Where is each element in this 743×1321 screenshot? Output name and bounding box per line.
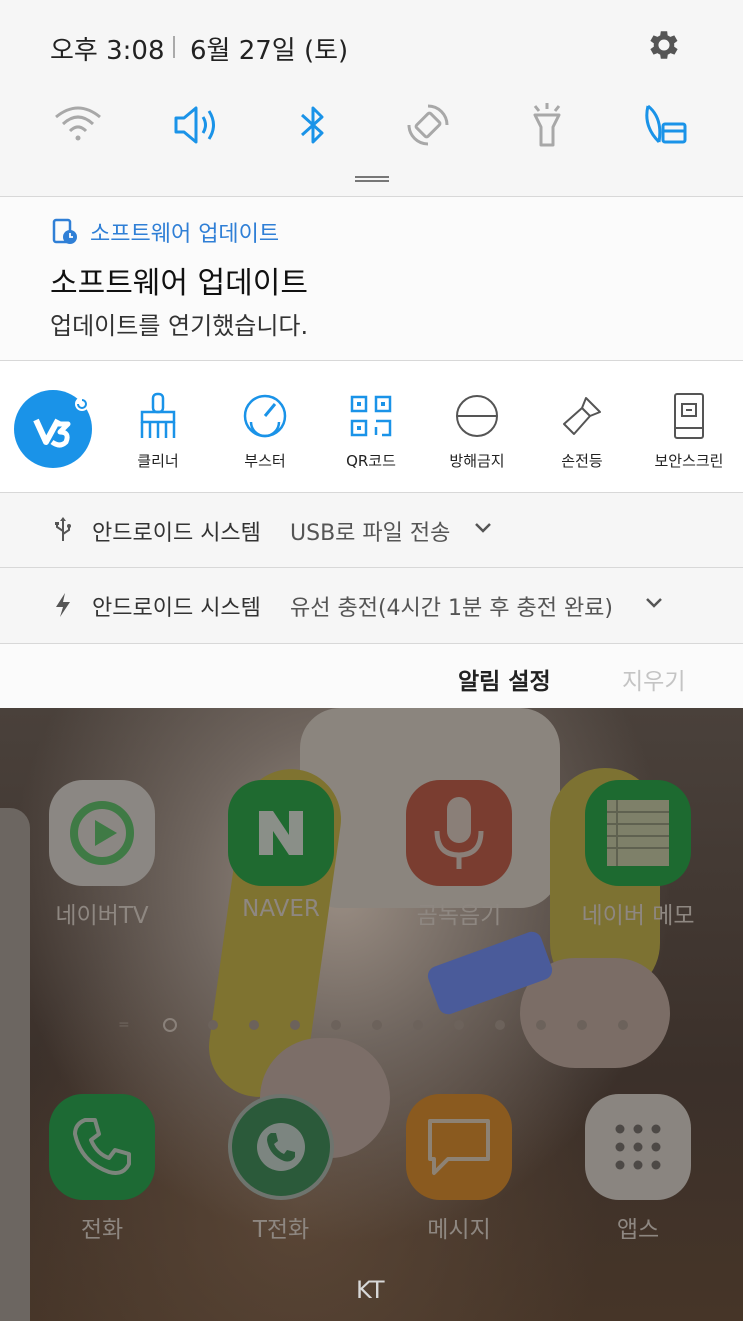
page-dot [618,1020,628,1030]
tool-label: 보안스크린 [654,452,724,470]
tool-label: 부스터 [244,452,286,470]
power-saving-icon [645,104,687,144]
wifi-toggle[interactable] [50,95,106,155]
naver-tv-icon [49,780,155,886]
t-phone-icon [228,1094,334,1200]
charging-notification[interactable]: 안드로이드 시스템 유선 충전(4시간 1분 후 충전 완료) [0,568,743,642]
bluetooth-icon [300,106,324,144]
app-naver[interactable]: NAVER [216,780,346,922]
tool-label: 방해금지 [449,452,505,470]
page-dot [249,1020,259,1030]
notification-header: 소프트웨어 업데이트 [52,216,279,248]
tool-secure-screen[interactable]: 보안스크린 [634,390,743,475]
notification-body: 업데이트를 연기했습니다. [50,312,309,340]
page-dot [331,1020,341,1030]
status-separator [173,36,175,58]
gear-icon[interactable] [645,26,683,64]
usb-notification[interactable]: 안드로이드 시스템 USB로 파일 전송 [0,493,743,567]
v3-logo-icon [33,397,89,448]
do-not-disturb-icon [456,395,498,437]
usb-icon [55,517,71,541]
page-dot [372,1020,382,1030]
app-apps[interactable]: 앱스 [573,1094,703,1244]
app-name: T전화 [252,1217,310,1243]
sound-toggle[interactable] [168,95,224,155]
auto-rotate-icon [407,104,449,146]
v3-logo-button[interactable] [14,390,92,468]
tool-do-not-disturb[interactable]: 방해금지 [422,390,532,475]
app-name: 곰녹음기 [416,903,502,929]
notification-app-name: 안드로이드 시스템 [92,596,261,621]
notification-actions: 알림 설정 지우기 [0,644,743,708]
broom-icon [140,392,176,438]
chevron-down-icon[interactable] [474,521,492,535]
auto-rotate-toggle[interactable] [400,95,456,155]
quick-settings [0,95,743,155]
tool-booster[interactable]: 부스터 [210,390,320,475]
app-name: 메시지 [427,1217,491,1243]
app-name: 네이버TV [55,903,149,929]
flashlight-toggle[interactable] [519,95,575,155]
notification-title: 소프트웨어 업데이트 [50,266,308,301]
page-dot [454,1020,464,1030]
shade-drag-handle[interactable] [355,176,389,182]
page-dot [577,1020,587,1030]
clear-button[interactable]: 지우기 [622,662,685,696]
tool-cleaner[interactable]: 클리너 [103,390,213,475]
page-dot [290,1020,300,1030]
booster-icon [243,394,287,438]
current-page-dot [163,1018,177,1032]
carrier-label: KT [356,1276,385,1304]
secure-screen-icon [674,393,704,439]
app-gom-recorder[interactable]: 곰녹음기 [394,780,524,930]
apps-grid-icon [585,1094,691,1200]
memo-icon [585,780,691,886]
wallpaper-detail [0,808,30,1321]
notification-settings-button[interactable]: 알림 설정 [458,662,551,696]
notification-message: 유선 충전(4시간 1분 후 충전 완료) [290,596,614,621]
app-naver-tv[interactable]: 네이버TV [37,780,167,930]
sound-icon [174,106,215,144]
app-name: 네이버 메모 [581,903,695,929]
app-naver-memo[interactable]: 네이버 메모 [573,780,703,930]
tool-qr-code[interactable]: QR코드 [316,390,426,475]
app-t-phone[interactable]: T전화 [216,1094,346,1244]
notification-app-name: 소프트웨어 업데이트 [90,222,280,247]
qr-code-icon [350,395,392,437]
page-dot [495,1020,505,1030]
tool-flashlight[interactable]: 손전등 [527,390,637,475]
message-icon [406,1094,512,1200]
home-screen: 네이버TV NAVER 곰녹음기 네이버 메모 = 전화 T전화 메시지 앱스 … [0,708,743,1321]
notification-message: USB로 파일 전송 [290,521,451,546]
app-name: 전화 [80,1217,124,1243]
tool-label: 손전등 [561,452,603,470]
microphone-icon [406,780,512,886]
page-dot [208,1020,218,1030]
tool-label: 클리너 [137,452,179,470]
flashlight-icon [533,103,561,147]
phone-icon [49,1094,155,1200]
clock: 오후 3:08 [50,36,165,66]
power-saving-toggle[interactable] [638,95,694,155]
app-phone[interactable]: 전화 [37,1094,167,1244]
status-bar: 오후 3:08 6월 27일 (토) [0,0,743,92]
charging-icon [56,593,70,617]
flashlight-icon [563,397,601,435]
date: 6월 27일 (토) [190,36,349,66]
page-dot [536,1020,546,1030]
bluetooth-toggle[interactable] [285,95,341,155]
software-update-icon [52,218,77,244]
page-indicator: = [118,1018,659,1032]
wifi-icon [55,106,101,141]
app-name: 앱스 [616,1217,660,1243]
notification-app-name: 안드로이드 시스템 [92,521,261,546]
home-page-indicator: = [118,1017,130,1033]
chevron-down-icon[interactable] [645,596,663,610]
app-name: NAVER [242,896,320,922]
tool-label: QR코드 [346,452,396,470]
page-dot [413,1020,423,1030]
notification-shade: 오후 3:08 6월 27일 (토) 소프트웨어 업데이트 소프트웨어 업데이트… [0,0,743,708]
app-messages[interactable]: 메시지 [394,1094,524,1244]
naver-icon [228,780,334,886]
